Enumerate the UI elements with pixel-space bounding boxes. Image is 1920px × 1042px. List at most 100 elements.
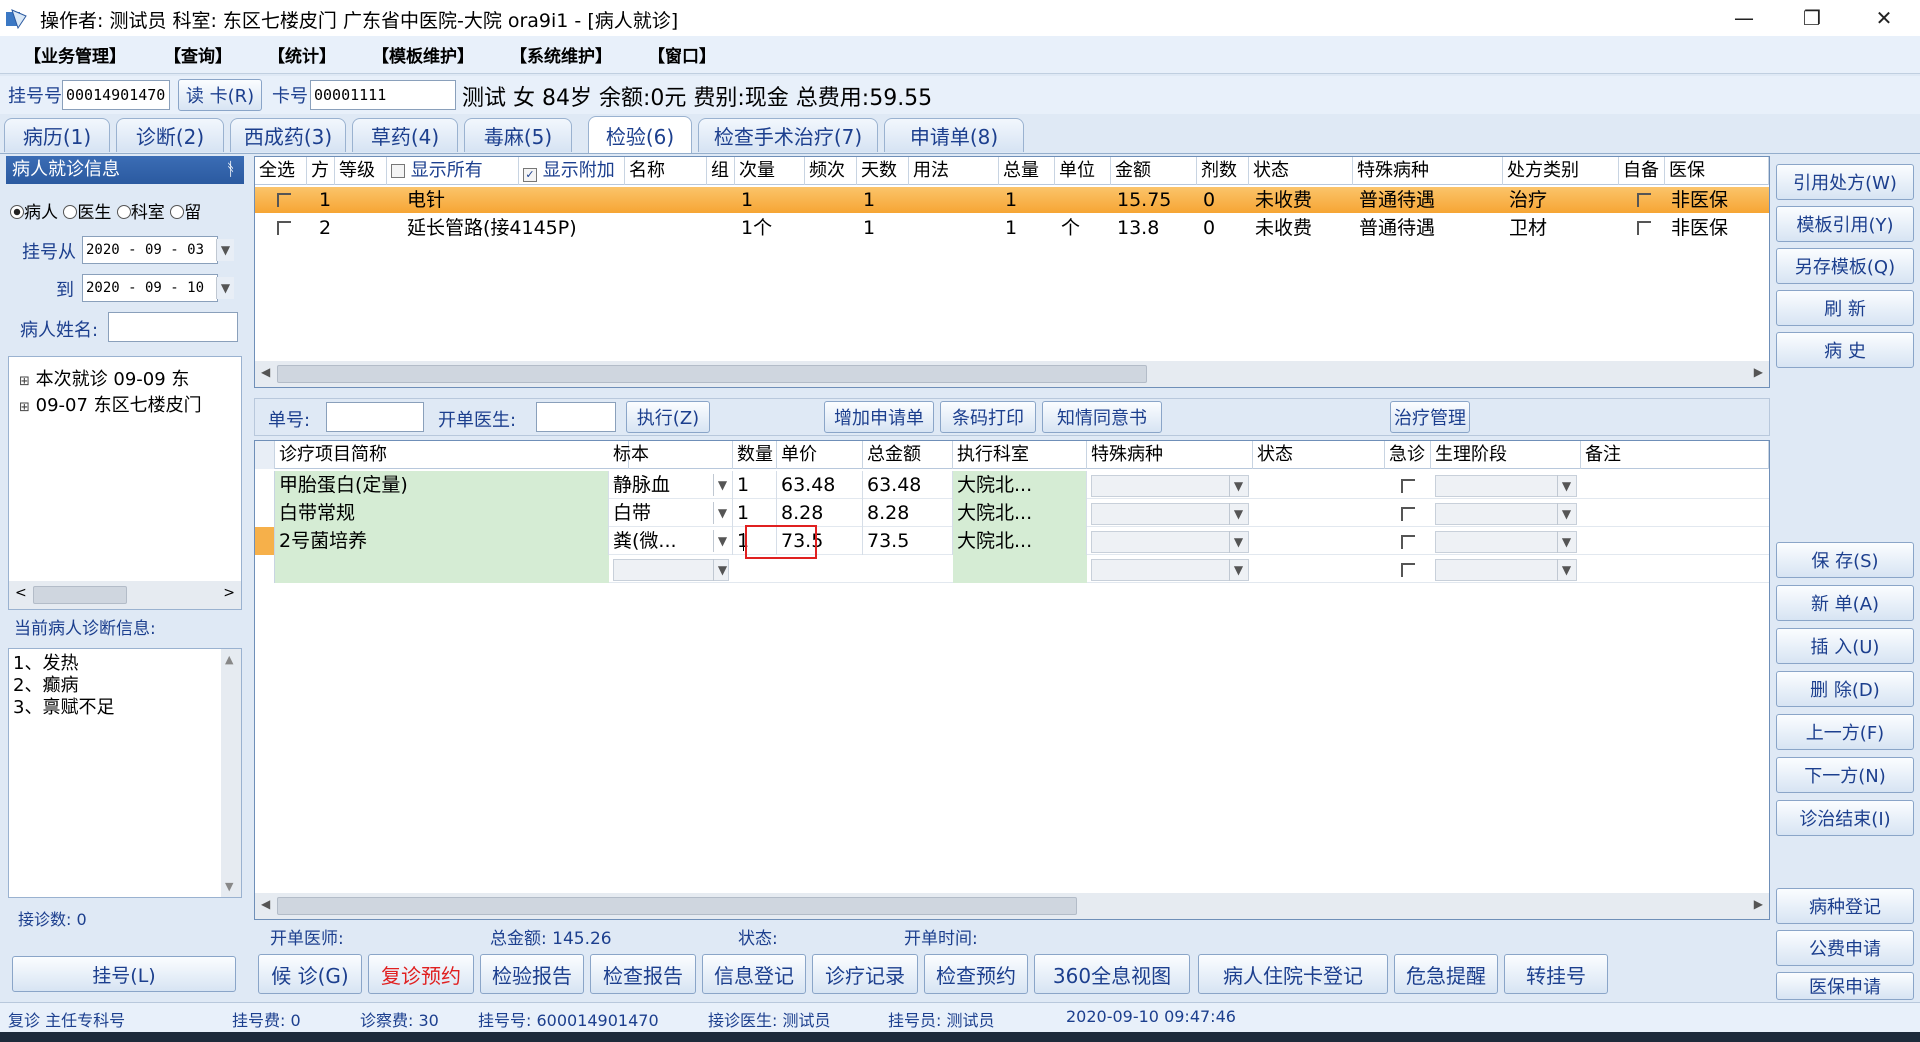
physiology-select[interactable]	[1435, 503, 1577, 525]
cell-item[interactable]: 2号菌培养	[275, 527, 609, 555]
register-button[interactable]: 挂号(L)	[12, 956, 236, 992]
save-as-template-button[interactable]: 另存模板(Q)	[1776, 248, 1914, 284]
tab-herbal-medicine[interactable]: 草药(4)	[352, 118, 458, 152]
inpatient-card-button[interactable]: 病人住院卡登记	[1198, 954, 1388, 994]
disease-registration-button[interactable]: 病种登记	[1776, 888, 1914, 924]
self-provided-checkbox[interactable]	[1637, 193, 1651, 207]
menu-window[interactable]: 【窗口】	[648, 42, 716, 67]
radio-department[interactable]: 科室	[116, 203, 165, 223]
emergency-checkbox[interactable]	[1401, 479, 1415, 493]
order-no-field[interactable]	[326, 402, 424, 432]
menu-statistics[interactable]: 【统计】	[268, 42, 336, 67]
table-row[interactable]: 2号菌培养 粪(微... ▼ 1 73.5 73.5 大院北... ▼ ▼	[255, 527, 1769, 555]
table-row[interactable]: 白带常规 白带 ▼ 1 8.28 8.28 大院北... ▼ ▼	[255, 499, 1769, 527]
public-expense-button[interactable]: 公费申请	[1776, 930, 1914, 966]
radio-stay[interactable]: 留	[170, 203, 201, 223]
diagnosis-scrollbar[interactable]: ▲ ▼	[221, 649, 241, 897]
special-disease-select[interactable]	[1091, 531, 1249, 553]
special-dropdown-icon[interactable]: ▼	[1229, 503, 1247, 525]
cell-qty[interactable]: 1	[733, 499, 777, 527]
cell-item[interactable]: 白带常规	[275, 499, 609, 527]
treatment-management-button[interactable]: 治疗管理	[1390, 401, 1470, 433]
prescription-horizontal-scrollbar[interactable]: ◀ ▶	[255, 361, 1769, 387]
physiology-select[interactable]	[1435, 475, 1577, 497]
add-request-button[interactable]: 增加申请单	[824, 401, 934, 433]
expand-icon[interactable]: ⊞	[19, 400, 30, 415]
tab-medical-record[interactable]: 病历(1)	[4, 118, 110, 152]
physiology-dropdown-icon[interactable]: ▼	[1557, 475, 1575, 497]
specimen-dropdown-icon[interactable]: ▼	[713, 474, 731, 496]
finish-treatment-button[interactable]: 诊治结束(I)	[1776, 800, 1914, 836]
info-registration-button[interactable]: 信息登记	[702, 954, 806, 994]
col-select-all[interactable]: 全选	[255, 157, 307, 185]
previous-prescription-button[interactable]: 上一方(F)	[1776, 714, 1914, 750]
doctor-field[interactable]	[536, 402, 616, 432]
minimize-button[interactable]: —	[1712, 0, 1776, 36]
row-checkbox[interactable]	[277, 193, 291, 207]
tab-exam-surgery[interactable]: 检查手术治疗(7)	[698, 118, 878, 152]
lab-horizontal-scrollbar[interactable]: ◀ ▶	[255, 893, 1769, 919]
menu-system[interactable]: 【系统维护】	[510, 42, 612, 67]
menu-business[interactable]: 【业务管理】	[24, 42, 126, 67]
tab-narcotics[interactable]: 毒麻(5)	[464, 118, 572, 152]
emergency-checkbox[interactable]	[1401, 563, 1415, 577]
row-checkbox[interactable]	[277, 221, 291, 235]
table-row[interactable]: 1 电针 1 1 1 15.75 0 未收费 普通待遇 治疗 非医保	[255, 187, 1769, 213]
transfer-registration-button[interactable]: 转挂号	[1504, 954, 1608, 994]
emergency-checkbox[interactable]	[1401, 535, 1415, 549]
splitter[interactable]	[254, 388, 1770, 396]
barcode-print-button[interactable]: 条码打印	[940, 401, 1036, 433]
restore-button[interactable]: ❐	[1780, 0, 1844, 36]
critical-alert-button[interactable]: 危急提醒	[1394, 954, 1498, 994]
delete-button[interactable]: 删 除(D)	[1776, 671, 1914, 707]
cell-dept[interactable]: 大院北...	[953, 527, 1087, 555]
date-from-dropdown-icon[interactable]: ▼	[216, 239, 234, 261]
date-from-field[interactable]: 2020 - 09 - 03	[82, 236, 218, 264]
cell-dept[interactable]: 大院北...	[953, 499, 1087, 527]
lab-report-button[interactable]: 检验报告	[480, 954, 584, 994]
follow-up-appointment-button[interactable]: 复诊预约	[368, 954, 474, 994]
execute-button[interactable]: 执行(Z)	[626, 401, 710, 433]
radio-doctor[interactable]: 医生	[63, 203, 111, 223]
special-dropdown-icon[interactable]: ▼	[1229, 531, 1247, 553]
special-disease-select[interactable]	[1091, 559, 1249, 581]
template-quote-button[interactable]: 模板引用(Y)	[1776, 206, 1914, 242]
table-row[interactable]: 2 延长管路(接4145P) 1个 1 1 个 13.8 0 未收费 普通待遇 …	[255, 215, 1769, 241]
physiology-dropdown-icon[interactable]: ▼	[1557, 503, 1575, 525]
read-card-button[interactable]: 读 卡(R)	[178, 79, 262, 111]
quote-prescription-button[interactable]: 引用处方(W)	[1776, 164, 1914, 200]
treatment-record-button[interactable]: 诊疗记录	[812, 954, 918, 994]
exam-report-button[interactable]: 检查报告	[590, 954, 696, 994]
specimen-dropdown-icon[interactable]: ▼	[713, 502, 731, 524]
waiting-button[interactable]: 候 诊(G)	[258, 954, 362, 994]
tree-item-current-visit[interactable]: ⊞ 本次就诊 09-09 东	[19, 365, 189, 391]
special-dropdown-icon[interactable]: ▼	[1229, 559, 1247, 581]
pin-icon[interactable]: ᚬ	[225, 156, 236, 184]
physiology-select[interactable]	[1435, 559, 1577, 581]
table-row-empty[interactable]: ▼ ▼ ▼	[255, 555, 1769, 583]
self-provided-checkbox[interactable]	[1637, 221, 1651, 235]
menu-template[interactable]: 【模板维护】	[372, 42, 474, 67]
special-disease-select[interactable]	[1091, 475, 1249, 497]
specimen-select[interactable]	[613, 559, 729, 581]
show-all-checkbox[interactable]: 显示所有	[387, 157, 519, 185]
tab-request-form[interactable]: 申请单(8)	[884, 118, 1024, 152]
reg-no-field[interactable]: 00014901470	[62, 80, 170, 110]
card-no-field[interactable]: 00001111	[310, 80, 456, 110]
cell-item[interactable]: 甲胎蛋白(定量)	[275, 471, 609, 499]
close-button[interactable]: ✕	[1852, 0, 1916, 36]
date-to-field[interactable]: 2020 - 09 - 10	[82, 274, 218, 302]
radio-patient[interactable]: 病人	[10, 203, 58, 223]
special-dropdown-icon[interactable]: ▼	[1229, 475, 1247, 497]
tree-item-previous-visit[interactable]: ⊞ 09-07 东区七楼皮门	[19, 391, 202, 417]
date-to-dropdown-icon[interactable]: ▼	[216, 277, 234, 299]
next-prescription-button[interactable]: 下一方(N)	[1776, 757, 1914, 793]
refresh-button[interactable]: 刷 新	[1776, 290, 1914, 326]
cell-qty[interactable]: 1	[733, 471, 777, 499]
specimen-dropdown-icon[interactable]: ▼	[713, 559, 731, 581]
physiology-dropdown-icon[interactable]: ▼	[1557, 531, 1575, 553]
medical-history-button[interactable]: 病 史	[1776, 332, 1914, 368]
emergency-checkbox[interactable]	[1401, 507, 1415, 521]
tree-horizontal-scrollbar[interactable]: < >	[9, 581, 241, 609]
save-button[interactable]: 保 存(S)	[1776, 542, 1914, 578]
